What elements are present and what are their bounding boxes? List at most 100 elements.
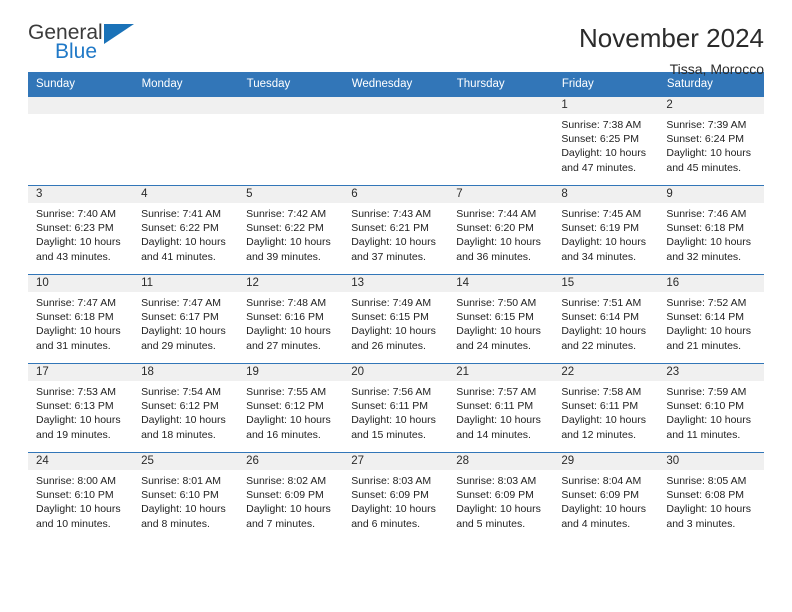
calendar-day-cell[interactable]: 19 Sunrise: 7:55 AM Sunset: 6:12 PM Dayligh… [238, 363, 344, 453]
day-number: 8 [553, 186, 659, 203]
calendar-day-cell[interactable]: 6 Sunrise: 7:43 AM Sunset: 6:21 PM Daylight… [343, 185, 449, 275]
sunset-text: Sunset: 6:10 PM [141, 489, 219, 502]
calendar-day-cell[interactable]: 5 Sunrise: 7:42 AM Sunset: 6:22 PM Daylight… [238, 185, 344, 275]
day-number: 24 [28, 453, 134, 470]
day-number: 9 [658, 186, 764, 203]
day-details: Sunrise: 7:40 AM Sunset: 6:23 PM Daylight:… [28, 203, 133, 264]
daylight-text: Daylight: 10 hours and 43 minutes. [36, 236, 121, 263]
sunset-text: Sunset: 6:19 PM [561, 222, 639, 235]
calendar-cell-empty [343, 96, 449, 186]
calendar-day-cell[interactable]: 20 Sunrise: 7:56 AM Sunset: 6:11 PM Dayligh… [343, 363, 449, 453]
sunset-text: Sunset: 6:18 PM [36, 311, 114, 324]
day-details: Sunrise: 7:51 AM Sunset: 6:14 PM Daylight:… [553, 292, 658, 353]
day-details: Sunrise: 7:39 AM Sunset: 6:24 PM Daylight:… [658, 114, 763, 175]
day-number [133, 97, 239, 114]
calendar-day-cell[interactable]: 15 Sunrise: 7:51 AM Sunset: 6:14 PM Dayligh… [553, 274, 659, 364]
sunrise-text: Sunrise: 7:42 AM [246, 208, 327, 220]
day-details: Sunrise: 7:56 AM Sunset: 6:11 PM Daylight:… [343, 381, 448, 442]
calendar-day-cell[interactable]: 8 Sunrise: 7:45 AM Sunset: 6:19 PM Daylight… [553, 185, 659, 275]
calendar-day-cell[interactable]: 24 Sunrise: 8:00 AM Sunset: 6:10 PM Dayligh… [28, 452, 134, 542]
sunrise-text: Sunrise: 8:05 AM [666, 475, 747, 487]
calendar-day-cell[interactable]: 13 Sunrise: 7:49 AM Sunset: 6:15 PM Dayligh… [343, 274, 449, 364]
calendar-day-cell[interactable]: 25 Sunrise: 8:01 AM Sunset: 6:10 PM Dayligh… [133, 452, 239, 542]
day-number: 16 [658, 275, 764, 292]
day-details: Sunrise: 7:57 AM Sunset: 6:11 PM Daylight:… [448, 381, 553, 442]
calendar-week-row: 3 Sunrise: 7:40 AM Sunset: 6:23 PM Daylight… [28, 185, 764, 275]
day-details: Sunrise: 7:46 AM Sunset: 6:18 PM Daylight:… [658, 203, 763, 264]
sunrise-text: Sunrise: 7:41 AM [141, 208, 222, 220]
calendar-day-cell[interactable]: 4 Sunrise: 7:41 AM Sunset: 6:22 PM Daylight… [133, 185, 239, 275]
sunset-text: Sunset: 6:08 PM [666, 489, 745, 502]
daylight-text: Daylight: 10 hours and 37 minutes. [351, 236, 436, 263]
sunrise-text: Sunrise: 7:52 AM [666, 297, 747, 309]
day-details: Sunrise: 7:52 AM Sunset: 6:14 PM Daylight:… [658, 292, 763, 353]
sunrise-text: Sunrise: 8:03 AM [456, 475, 537, 487]
calendar-day-cell[interactable]: 9 Sunrise: 7:46 AM Sunset: 6:18 PM Daylight… [658, 185, 764, 275]
daylight-text: Daylight: 10 hours and 14 minutes. [456, 414, 541, 441]
calendar-day-cell[interactable]: 30 Sunrise: 8:05 AM Sunset: 6:08 PM Dayligh… [658, 452, 764, 542]
calendar-day-cell[interactable]: 28 Sunrise: 8:03 AM Sunset: 6:09 PM Dayligh… [448, 452, 554, 542]
daylight-text: Daylight: 10 hours and 31 minutes. [36, 325, 121, 352]
daylight-text: Daylight: 10 hours and 34 minutes. [561, 236, 646, 263]
daylight-text: Daylight: 10 hours and 15 minutes. [351, 414, 436, 441]
sunset-text: Sunset: 6:10 PM [36, 489, 114, 502]
sunrise-text: Sunrise: 7:55 AM [246, 386, 327, 398]
sunrise-text: Sunrise: 7:58 AM [561, 386, 642, 398]
calendar-day-cell[interactable]: 16 Sunrise: 7:52 AM Sunset: 6:14 PM Dayligh… [658, 274, 764, 364]
day-number: 11 [133, 275, 239, 292]
day-details: Sunrise: 7:42 AM Sunset: 6:22 PM Daylight:… [238, 203, 343, 264]
weekday-header-monday: Monday [133, 72, 239, 97]
calendar-day-cell[interactable]: 27 Sunrise: 8:03 AM Sunset: 6:09 PM Dayligh… [343, 452, 449, 542]
calendar-day-cell[interactable]: 10 Sunrise: 7:47 AM Sunset: 6:18 PM Dayligh… [28, 274, 134, 364]
calendar-day-cell[interactable]: 3 Sunrise: 7:40 AM Sunset: 6:23 PM Daylight… [28, 185, 134, 275]
sunset-text: Sunset: 6:21 PM [351, 222, 429, 235]
calendar-day-cell[interactable]: 21 Sunrise: 7:57 AM Sunset: 6:11 PM Dayligh… [448, 363, 554, 453]
sunset-text: Sunset: 6:11 PM [561, 400, 639, 413]
calendar-day-cell[interactable]: 26 Sunrise: 8:02 AM Sunset: 6:09 PM Dayligh… [238, 452, 344, 542]
day-details: Sunrise: 7:50 AM Sunset: 6:15 PM Daylight:… [448, 292, 553, 353]
sunset-text: Sunset: 6:12 PM [141, 400, 219, 413]
day-number: 2 [658, 97, 764, 114]
calendar-day-cell[interactable]: 7 Sunrise: 7:44 AM Sunset: 6:20 PM Daylight… [448, 185, 554, 275]
calendar-day-cell[interactable]: 22 Sunrise: 7:58 AM Sunset: 6:11 PM Dayligh… [553, 363, 659, 453]
calendar-day-cell[interactable]: 11 Sunrise: 7:47 AM Sunset: 6:17 PM Dayligh… [133, 274, 239, 364]
sunrise-text: Sunrise: 8:02 AM [246, 475, 327, 487]
sunrise-text: Sunrise: 7:47 AM [36, 297, 116, 309]
calendar-day-cell[interactable]: 2 Sunrise: 7:39 AM Sunset: 6:24 PM Daylight… [658, 96, 764, 186]
calendar-cell-empty [448, 96, 554, 186]
calendar-day-cell[interactable]: 12 Sunrise: 7:48 AM Sunset: 6:16 PM Dayligh… [238, 274, 344, 364]
sunset-text: Sunset: 6:09 PM [246, 489, 324, 502]
calendar-day-cell[interactable]: 14 Sunrise: 7:50 AM Sunset: 6:15 PM Dayligh… [448, 274, 554, 364]
calendar-day-cell[interactable]: 18 Sunrise: 7:54 AM Sunset: 6:12 PM Dayligh… [133, 363, 239, 453]
calendar-day-cell[interactable]: 17 Sunrise: 7:53 AM Sunset: 6:13 PM Dayligh… [28, 363, 134, 453]
day-number: 5 [238, 186, 344, 203]
calendar-day-cell[interactable]: 29 Sunrise: 8:04 AM Sunset: 6:09 PM Dayligh… [553, 452, 659, 542]
day-details: Sunrise: 8:01 AM Sunset: 6:10 PM Daylight:… [133, 470, 238, 531]
sunrise-text: Sunrise: 7:45 AM [561, 208, 642, 220]
day-details: Sunrise: 8:05 AM Sunset: 6:08 PM Daylight:… [658, 470, 763, 531]
day-number: 18 [133, 364, 239, 381]
day-number: 15 [553, 275, 659, 292]
sunset-text: Sunset: 6:11 PM [351, 400, 429, 413]
sunrise-text: Sunrise: 8:04 AM [561, 475, 642, 487]
day-details: Sunrise: 7:49 AM Sunset: 6:15 PM Daylight:… [343, 292, 448, 353]
daylight-text: Daylight: 10 hours and 12 minutes. [561, 414, 646, 441]
daylight-text: Daylight: 10 hours and 27 minutes. [246, 325, 331, 352]
calendar-day-cell[interactable]: 23 Sunrise: 7:59 AM Sunset: 6:10 PM Dayligh… [658, 363, 764, 453]
daylight-text: Daylight: 10 hours and 7 minutes. [246, 503, 331, 530]
day-details: Sunrise: 8:03 AM Sunset: 6:09 PM Daylight:… [343, 470, 448, 531]
sunset-text: Sunset: 6:14 PM [666, 311, 745, 324]
calendar-day-cell[interactable]: 1 Sunrise: 7:38 AM Sunset: 6:25 PM Daylight… [553, 96, 659, 186]
calendar-body: 1 Sunrise: 7:38 AM Sunset: 6:25 PM Daylight… [28, 96, 764, 542]
sunset-text: Sunset: 6:16 PM [246, 311, 324, 324]
calendar-cell-empty [28, 96, 134, 186]
day-number: 14 [448, 275, 554, 292]
sunset-text: Sunset: 6:15 PM [351, 311, 429, 324]
daylight-text: Daylight: 10 hours and 4 minutes. [561, 503, 646, 530]
day-number: 25 [133, 453, 239, 470]
sunset-text: Sunset: 6:15 PM [456, 311, 534, 324]
day-details: Sunrise: 7:59 AM Sunset: 6:10 PM Daylight:… [658, 381, 763, 442]
sunrise-text: Sunrise: 7:40 AM [36, 208, 116, 220]
general-blue-logo[interactable]: General Blue [28, 22, 148, 70]
day-details: Sunrise: 7:47 AM Sunset: 6:17 PM Daylight:… [133, 292, 238, 353]
